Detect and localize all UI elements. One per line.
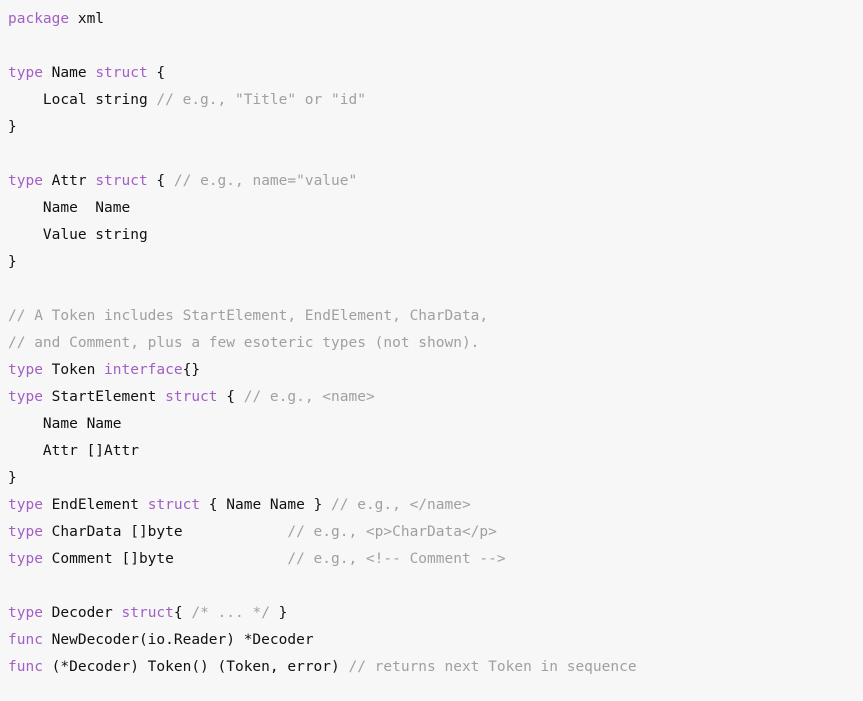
code-token-plain: Decoder (42, 605, 122, 621)
code-token-kw: struct (95, 65, 148, 81)
code-line: type StartElement struct { // e.g., <nam… (8, 384, 863, 411)
code-token-kw: type (8, 605, 43, 621)
code-token-kw: type (8, 497, 43, 513)
code-token-plain: } (8, 119, 17, 135)
code-line: func (*Decoder) Token() (Token, error) /… (8, 654, 863, 681)
code-token-kw: type (8, 551, 43, 567)
code-line: type CharData []byte // e.g., <p>CharDat… (8, 519, 863, 546)
code-line: package xml (8, 6, 863, 33)
code-line: type Attr struct { // e.g., name="value" (8, 168, 863, 195)
code-token-comment: // e.g., <name> (243, 389, 375, 405)
code-token-comment: /* ... */ (191, 605, 270, 621)
code-line: } (8, 249, 863, 276)
code-token-plain: Name Name (8, 416, 122, 432)
code-token-kw: type (8, 65, 43, 81)
code-token-plain: NewDecoder(io.Reader) *Decoder (42, 632, 314, 648)
code-token-comment: // e.g., name="value" (173, 173, 358, 189)
code-line: } (8, 465, 863, 492)
code-token-plain: { (217, 389, 244, 405)
code-token-comment: // returns next Token in sequence (348, 659, 637, 675)
code-line: Local string // e.g., "Title" or "id" (8, 87, 863, 114)
code-token-plain: { (173, 605, 192, 621)
code-token-kw: struct (121, 605, 174, 621)
code-token-plain: Attr (42, 173, 96, 189)
code-token-plain: } (269, 605, 288, 621)
code-token-kw: type (8, 389, 43, 405)
code-token-plain: } (8, 470, 17, 486)
code-token-plain: Local string (8, 92, 157, 108)
code-line: Name Name (8, 195, 863, 222)
code-token-plain: CharData []byte (42, 524, 288, 540)
code-token-plain: StartElement (42, 389, 166, 405)
code-line: type Comment []byte // e.g., <!-- Commen… (8, 546, 863, 573)
code-line: Name Name (8, 411, 863, 438)
code-line: type Decoder struct{ /* ... */ } (8, 600, 863, 627)
code-line: func NewDecoder(io.Reader) *Decoder (8, 627, 863, 654)
code-line: // A Token includes StartElement, EndEle… (8, 303, 863, 330)
code-token-comment: // e.g., <p>CharData</p> (287, 524, 497, 540)
code-line: Value string (8, 222, 863, 249)
code-token-plain: Name (42, 65, 96, 81)
code-token-kw: package (8, 11, 70, 27)
code-block[interactable]: package xml type Name struct { Local str… (0, 0, 863, 701)
code-token-kw: func (8, 632, 43, 648)
code-token-plain: (*Decoder) Token() (Token, error) (42, 659, 349, 675)
code-token-plain: EndElement (42, 497, 148, 513)
code-token-comment: // e.g., "Title" or "id" (156, 92, 366, 108)
code-line: Attr []Attr (8, 438, 863, 465)
code-token-plain: { (147, 65, 166, 81)
code-token-plain: } (8, 254, 17, 270)
code-token-plain: Value string (8, 227, 148, 243)
code-token-comment: // e.g., </name> (331, 497, 471, 513)
code-token-kw: func (8, 659, 43, 675)
code-line: } (8, 114, 863, 141)
code-token-plain: { (147, 173, 174, 189)
code-token-kw: type (8, 524, 43, 540)
code-token-plain: {} (182, 362, 201, 378)
code-token-plain: Name Name (8, 200, 131, 216)
code-token-plain: Token (42, 362, 105, 378)
code-token-comment: // and Comment, plus a few esoteric type… (8, 335, 480, 351)
code-token-kw: struct (95, 173, 148, 189)
code-token-plain: Comment []byte (42, 551, 288, 567)
code-token-plain: Attr []Attr (8, 443, 139, 459)
code-line: type Name struct { (8, 60, 863, 87)
code-line: type EndElement struct { Name Name } // … (8, 492, 863, 519)
code-token-comment: // e.g., <!-- Comment --> (287, 551, 506, 567)
code-line: type Token interface{} (8, 357, 863, 384)
code-token-kw: type (8, 362, 43, 378)
code-line: // and Comment, plus a few esoteric type… (8, 330, 863, 357)
code-token-kw: type (8, 173, 43, 189)
code-token-plain: xml (69, 11, 105, 27)
code-token-plain: { Name Name } (200, 497, 332, 513)
code-token-kw: struct (147, 497, 201, 513)
code-token-kw: interface (104, 362, 183, 378)
code-token-kw: struct (165, 389, 218, 405)
code-token-comment: // A Token includes StartElement, EndEle… (8, 308, 489, 324)
